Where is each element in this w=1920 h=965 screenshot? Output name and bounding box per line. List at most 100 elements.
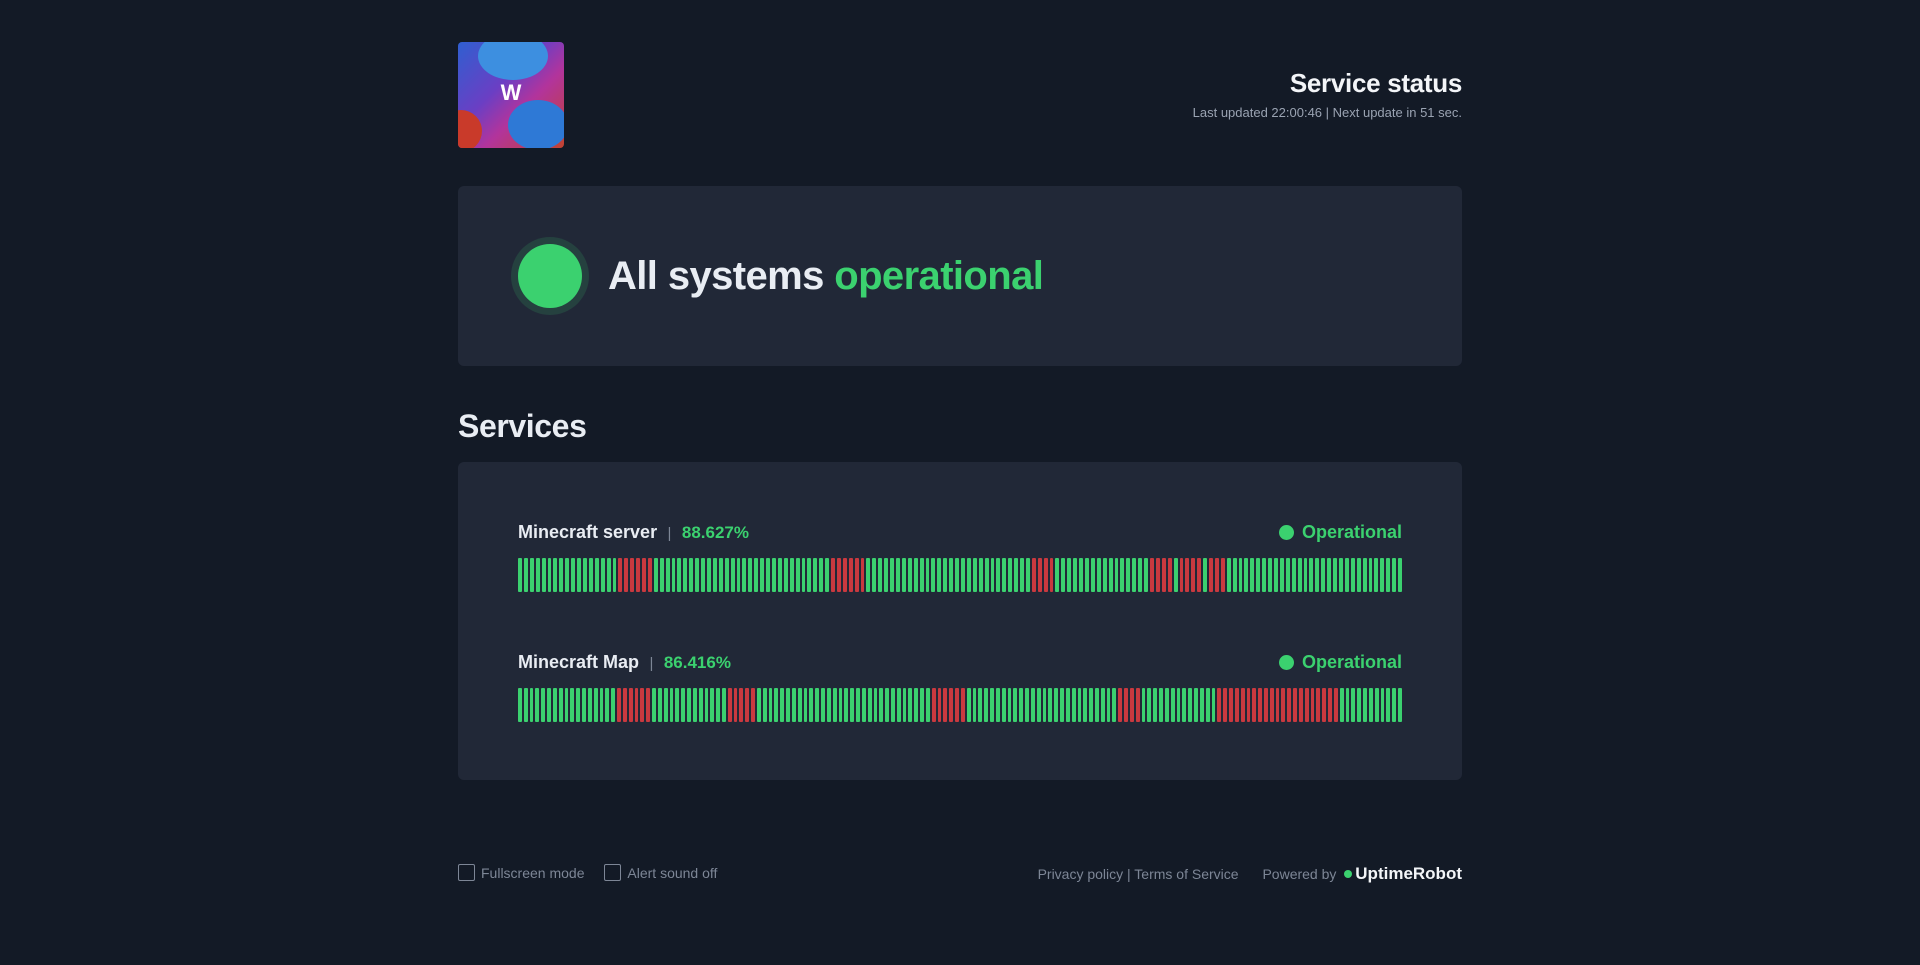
uptime-bar[interactable] [659, 558, 664, 592]
uptime-bar[interactable] [966, 558, 971, 592]
uptime-bar[interactable] [710, 688, 715, 722]
uptime-bar[interactable] [850, 688, 855, 722]
uptime-bar[interactable] [978, 558, 983, 592]
uptime-bar[interactable] [695, 558, 700, 592]
uptime-bar[interactable] [1211, 688, 1216, 722]
uptime-bar[interactable] [1102, 558, 1107, 592]
uptime-bar[interactable] [665, 558, 670, 592]
uptime-bar[interactable] [1106, 688, 1111, 722]
uptime-bar[interactable] [618, 558, 623, 592]
company-logo[interactable]: W [458, 42, 564, 148]
uptime-bar[interactable] [612, 558, 617, 592]
uptime-bar[interactable] [518, 688, 522, 722]
uptime-bar[interactable] [807, 558, 812, 592]
uptime-bar[interactable] [736, 558, 741, 592]
uptime-bar[interactable] [990, 558, 995, 592]
uptime-bar[interactable] [1279, 558, 1284, 592]
uptime-bar[interactable] [1025, 688, 1029, 722]
uptime-bar[interactable] [1067, 558, 1072, 592]
uptime-bar[interactable] [730, 558, 735, 592]
uptime-bar[interactable] [577, 558, 581, 592]
uptime-bar[interactable] [990, 688, 994, 722]
uptime-bar[interactable] [813, 558, 818, 592]
uptime-bar[interactable] [681, 688, 686, 722]
uptime-bar[interactable] [675, 688, 680, 722]
uptime-bar[interactable] [925, 558, 930, 592]
uptime-bar[interactable] [707, 558, 711, 592]
uptime-bar[interactable] [547, 688, 551, 722]
uptime-bar[interactable] [1108, 558, 1113, 592]
uptime-bar[interactable] [745, 688, 750, 722]
uptime-bar[interactable] [1328, 688, 1332, 722]
uptime-bar[interactable] [1392, 558, 1397, 592]
uptime-bar[interactable] [1315, 558, 1320, 592]
uptime-bar[interactable] [1293, 688, 1297, 722]
uptime-bar[interactable] [716, 688, 720, 722]
uptime-bar[interactable] [996, 558, 1001, 592]
uptime-bar[interactable] [1013, 688, 1018, 722]
uptime-bar[interactable] [529, 558, 534, 592]
uptime-bar[interactable] [1042, 688, 1047, 722]
uptime-bar[interactable] [1264, 688, 1268, 722]
uptime-bar[interactable] [617, 688, 621, 722]
uptime-bar[interactable] [701, 558, 705, 592]
uptime-bar[interactable] [1089, 688, 1093, 722]
uptime-bar[interactable] [1065, 688, 1070, 722]
uptime-bar[interactable] [1398, 558, 1402, 592]
uptime-bar[interactable] [611, 688, 616, 722]
uptime-bar[interactable] [1285, 558, 1290, 592]
uptime-bar[interactable] [949, 688, 954, 722]
uptime-bar[interactable] [783, 558, 788, 592]
uptime-bar[interactable] [1310, 688, 1315, 722]
uptime-bar[interactable] [1030, 688, 1035, 722]
uptime-bar[interactable] [733, 688, 738, 722]
uptime-bar[interactable] [848, 558, 853, 592]
uptime-bar[interactable] [657, 688, 662, 722]
uptime-bar[interactable] [1176, 688, 1181, 722]
uptime-bar[interactable] [777, 558, 782, 592]
fullscreen-toggle[interactable]: Fullscreen mode [458, 864, 585, 881]
uptime-bar[interactable] [780, 688, 785, 722]
uptime-bar[interactable] [896, 688, 901, 722]
uptime-bar[interactable] [819, 558, 824, 592]
uptime-bar[interactable] [1287, 688, 1292, 722]
uptime-bar[interactable] [1398, 688, 1402, 722]
uptime-bar[interactable] [825, 558, 830, 592]
uptime-bar[interactable] [768, 688, 773, 722]
uptime-bar[interactable] [523, 688, 528, 722]
uptime-bar[interactable] [634, 688, 639, 722]
uptime-bar[interactable] [1079, 558, 1083, 592]
uptime-bar[interactable] [931, 688, 936, 722]
uptime-bar[interactable] [652, 688, 656, 722]
uptime-bar[interactable] [1147, 688, 1152, 722]
uptime-bar[interactable] [1363, 688, 1367, 722]
uptime-bar[interactable] [1321, 558, 1326, 592]
uptime-bar[interactable] [600, 558, 605, 592]
uptime-bar[interactable] [1185, 558, 1190, 592]
uptime-bar[interactable] [1223, 688, 1228, 722]
uptime-bar[interactable] [771, 558, 776, 592]
uptime-bar[interactable] [937, 558, 942, 592]
uptime-bar[interactable] [535, 558, 540, 592]
uptime-bar[interactable] [809, 688, 814, 722]
uptime-bar[interactable] [1141, 688, 1146, 722]
uptime-bar[interactable] [867, 688, 872, 722]
uptime-bar[interactable] [541, 558, 546, 592]
uptime-bar[interactable] [605, 688, 610, 722]
uptime-bar[interactable] [1182, 688, 1187, 722]
uptime-bar[interactable] [913, 558, 918, 592]
uptime-bar[interactable] [774, 688, 779, 722]
uptime-bar[interactable] [671, 558, 676, 592]
uptime-bar[interactable] [842, 558, 847, 592]
uptime-bar[interactable] [766, 558, 770, 592]
uptime-bar[interactable] [1205, 688, 1210, 722]
uptime-bar[interactable] [1155, 558, 1160, 592]
uptime-bar[interactable] [687, 688, 691, 722]
uptime-bar[interactable] [1170, 688, 1175, 722]
uptime-bar[interactable] [1240, 688, 1245, 722]
uptime-bar[interactable] [1316, 688, 1321, 722]
uptime-bar[interactable] [1014, 558, 1019, 592]
uptime-bar[interactable] [836, 558, 841, 592]
uptime-bar[interactable] [721, 688, 726, 722]
uptime-bar[interactable] [1071, 688, 1076, 722]
